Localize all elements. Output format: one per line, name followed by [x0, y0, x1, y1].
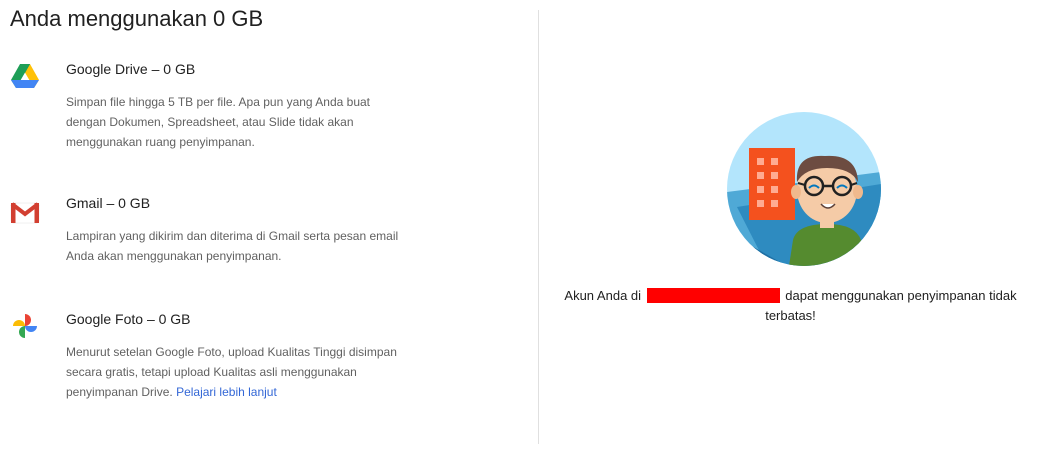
storage-message-prefix: Akun Anda di [564, 288, 642, 303]
service-gmail-title: Gmail – 0 GB [66, 195, 151, 211]
google-photos-icon [13, 314, 37, 338]
unlimited-storage-panel: Akun Anda di dapat menggunakan penyimpan… [539, 0, 1042, 453]
storage-message-suffix: dapat menggunakan penyimpanan tidak terb… [765, 288, 1017, 323]
learn-more-link[interactable]: Pelajari lebih lanjut [176, 385, 277, 399]
page-title: Anda menggunakan 0 GB [10, 6, 264, 31]
service-drive-description: Simpan file hingga 5 TB per file. Apa pu… [66, 95, 370, 149]
service-drive-title: Google Drive – 0 GB [66, 61, 196, 77]
service-photos-title: Google Foto – 0 GB [66, 311, 191, 327]
gmail-icon [10, 202, 40, 224]
service-gmail-description: Lampiran yang dikirim dan diterima di Gm… [66, 229, 399, 263]
google-drive-icon [11, 64, 39, 88]
unlimited-storage-message: Akun Anda di dapat menggunakan penyimpan… [559, 286, 1022, 326]
user-avatar-illustration [727, 112, 881, 266]
service-photos-description: Menurut setelan Google Foto, upload Kual… [66, 342, 406, 402]
redacted-account-email [646, 288, 780, 303]
storage-usage-panel: Anda menggunakan 0 GB Google Drive – 0 G… [0, 0, 538, 453]
